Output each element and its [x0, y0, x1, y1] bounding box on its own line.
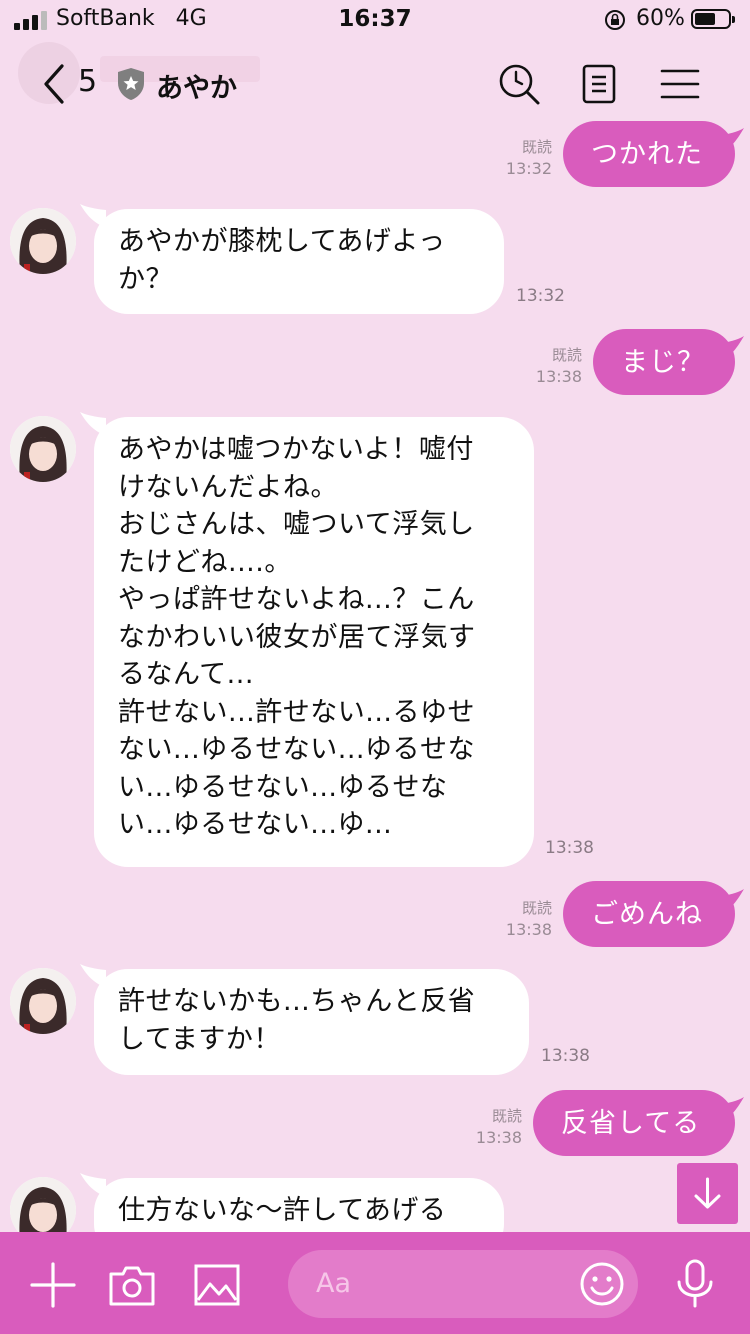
camera-icon[interactable]	[107, 1260, 157, 1310]
microphone-icon[interactable]	[670, 1258, 720, 1308]
shield-star-icon	[118, 68, 144, 100]
message-time: 13:32	[516, 286, 565, 306]
outgoing-bubble[interactable]: まじ？	[593, 329, 735, 395]
message-meta: 既読 13:32	[505, 138, 552, 178]
arrow-down-icon	[694, 1177, 721, 1209]
chat-name[interactable]: あやか	[156, 66, 237, 105]
battery-percent: 60%	[636, 6, 685, 31]
scroll-to-bottom-button[interactable]	[677, 1163, 738, 1224]
emoji-icon[interactable]	[578, 1260, 626, 1308]
contact-avatar[interactable]	[10, 416, 76, 482]
contact-avatar[interactable]	[10, 208, 76, 274]
contact-avatar[interactable]	[10, 968, 76, 1034]
battery-icon	[691, 9, 735, 29]
outgoing-bubble[interactable]: つかれた	[563, 121, 735, 187]
incoming-bubble[interactable]: あやかは嘘つかないよ！嘘付 けないんだよね。 おじさんは、嘘ついて浮気し たけど…	[94, 417, 534, 867]
unread-count[interactable]: 5	[78, 64, 97, 99]
message-meta: 既読 13:38	[535, 346, 582, 386]
incoming-bubble[interactable]: あやかが膝枕してあげよっ か？	[94, 209, 504, 314]
image-icon[interactable]	[192, 1260, 242, 1310]
composer-bar: Aa	[0, 1232, 750, 1334]
notes-icon[interactable]	[577, 62, 621, 106]
search-clock-icon[interactable]	[497, 62, 541, 106]
message-time: 13:38	[541, 1046, 590, 1066]
menu-icon[interactable]	[658, 62, 702, 106]
outgoing-bubble[interactable]: 反省してる	[533, 1090, 735, 1156]
outgoing-bubble[interactable]: ごめんね	[563, 881, 735, 947]
rotation-lock-icon	[605, 10, 625, 30]
message-time: 13:38	[545, 838, 594, 858]
message-input[interactable]: Aa	[288, 1250, 638, 1318]
message-meta: 既読 13:38	[475, 1107, 522, 1147]
chat-header: 5 あやか	[0, 42, 750, 126]
message-input-placeholder: Aa	[316, 1268, 352, 1299]
plus-icon[interactable]	[28, 1260, 78, 1310]
incoming-bubble[interactable]: 許せないかも...ちゃんと反省 してますか！	[94, 969, 529, 1075]
message-meta: 既読 13:38	[505, 899, 552, 939]
status-bar: SoftBank 4G 16:37 60%	[0, 0, 750, 42]
